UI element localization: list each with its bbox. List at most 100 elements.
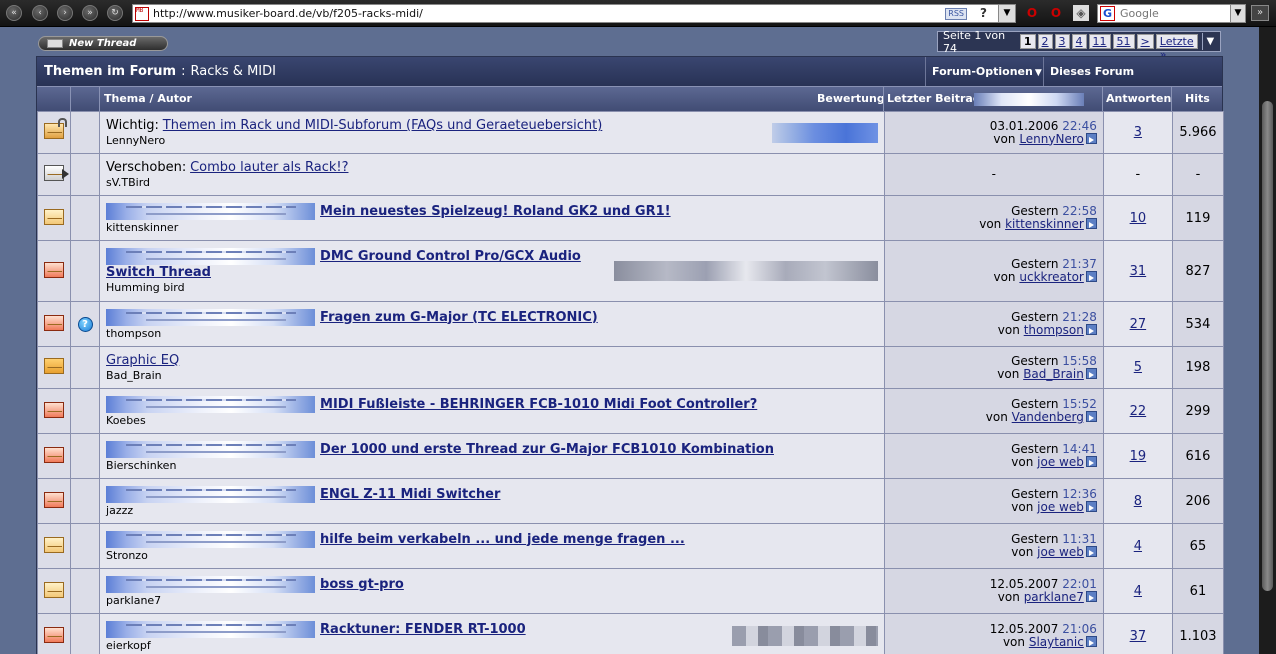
thread-title-link[interactable]: Combo lauter als Rack!?: [190, 160, 348, 175]
thread-title-link[interactable]: Mein neuestes Spielzeug! Roland GK2 und …: [320, 204, 671, 219]
address-bar[interactable]: MB http://www.musiker-board.de/vb/f205-r…: [132, 4, 1016, 23]
replies-count-link[interactable]: 19: [1130, 449, 1147, 464]
thread-title-link[interactable]: ENGL Z-11 Midi Switcher: [320, 487, 500, 502]
last-post-user-link[interactable]: joe web: [1037, 500, 1084, 514]
last-post-date: Gestern: [1011, 532, 1059, 546]
thread-title-link[interactable]: Graphic EQ: [106, 353, 179, 368]
goto-last-post-icon[interactable]: [1085, 591, 1097, 602]
search-dropdown-icon[interactable]: ▼: [1230, 5, 1245, 22]
column-replies[interactable]: Antworten: [1106, 87, 1171, 111]
forward-icon[interactable]: ›: [57, 5, 73, 21]
thread-author[interactable]: Stronzo: [106, 549, 878, 562]
column-hits[interactable]: Hits: [1185, 87, 1210, 111]
replies-count-link[interactable]: 8: [1134, 494, 1142, 509]
url-text[interactable]: http://www.musiker-board.de/vb/f205-rack…: [153, 6, 423, 22]
replies-count-link[interactable]: 37: [1130, 629, 1147, 644]
goto-last-post-icon[interactable]: [1085, 501, 1097, 512]
thread-title-link[interactable]: Racktuner: FENDER RT-1000: [320, 622, 526, 637]
thread-author[interactable]: Bierschinken: [106, 459, 878, 472]
thread-status-cell: [36, 568, 72, 614]
last-post-user-link[interactable]: uckkreator: [1019, 270, 1084, 284]
thread-author[interactable]: parklane7: [106, 594, 878, 607]
replies-count-link[interactable]: 10: [1130, 211, 1147, 226]
goto-last-post-icon[interactable]: [1085, 636, 1097, 647]
thread-title-link[interactable]: hilfe beim verkabeln ... und jede menge …: [320, 532, 685, 547]
replies-cell: 19: [1102, 433, 1173, 479]
thread-title-link[interactable]: DMC Ground Control Pro/GCX Audio: [320, 249, 581, 264]
page-link[interactable]: 11: [1088, 34, 1111, 49]
replies-count-link[interactable]: 3: [1134, 125, 1142, 140]
page-jump-dropdown-icon[interactable]: ▼: [1201, 33, 1218, 50]
thread-title-link[interactable]: Der 1000 und erste Thread zur G-Major FC…: [320, 442, 774, 457]
thread-title-link[interactable]: Fragen zum G-Major (TC ELECTRONIC): [320, 310, 598, 325]
page-link[interactable]: 4: [1071, 34, 1087, 49]
goto-last-post-icon[interactable]: [1085, 271, 1097, 282]
replies-count-link[interactable]: 4: [1134, 539, 1142, 554]
help-icon[interactable]: ?: [980, 6, 987, 20]
goto-last-post-icon[interactable]: [1085, 546, 1097, 557]
replies-count-link[interactable]: 27: [1130, 317, 1147, 332]
replies-count-link[interactable]: 31: [1130, 264, 1147, 279]
last-post-user-link[interactable]: kittenskinner: [1005, 217, 1084, 231]
thread-author[interactable]: jazzz: [106, 504, 878, 517]
last-post-by: von: [985, 410, 1008, 424]
goto-last-post-icon[interactable]: [1085, 367, 1097, 379]
goto-last-post-icon[interactable]: [1085, 324, 1097, 335]
column-rating[interactable]: Bewertung: [817, 87, 885, 111]
fast-forward-icon[interactable]: »: [82, 5, 98, 21]
replies-count-link[interactable]: 4: [1134, 584, 1142, 599]
forum-options-menu[interactable]: Forum-Optionen ▼: [925, 57, 1048, 86]
extension-icon[interactable]: ◈: [1073, 5, 1089, 21]
thread-author[interactable]: thompson: [106, 327, 878, 340]
last-post-user-link[interactable]: Bad_Brain: [1023, 367, 1084, 381]
page-link[interactable]: 2: [1037, 34, 1053, 49]
last-post-user-link[interactable]: Vandenberg: [1012, 410, 1084, 424]
goto-last-post-icon[interactable]: [1085, 411, 1097, 422]
url-dropdown-icon[interactable]: ▼: [998, 5, 1015, 22]
last-post-user-link[interactable]: thompson: [1024, 323, 1084, 337]
opera-alt-icon[interactable]: O: [1048, 5, 1064, 21]
thread-author[interactable]: sV.TBird: [106, 176, 878, 189]
thread-title-link-cont[interactable]: Switch Thread: [106, 265, 211, 280]
last-post-user-link[interactable]: joe web: [1037, 545, 1084, 559]
search-go-icon[interactable]: »: [1251, 5, 1269, 21]
goto-last-post-icon[interactable]: [1085, 132, 1097, 144]
thread-author[interactable]: Koebes: [106, 414, 878, 427]
search-bar[interactable]: G ▼: [1097, 4, 1246, 23]
column-title-author[interactable]: Thema / Autor: [104, 87, 192, 111]
search-input[interactable]: [1120, 6, 1220, 21]
page-link[interactable]: 1: [1019, 34, 1036, 49]
thread-title-link[interactable]: MIDI Fußleiste - BEHRINGER FCB-1010 Midi…: [320, 397, 757, 412]
sticky-locked-thread-icon: [44, 118, 67, 139]
goto-last-post-icon[interactable]: [1085, 218, 1097, 229]
page-link[interactable]: Letzte »: [1155, 34, 1198, 61]
thread-author[interactable]: kittenskinner: [106, 221, 878, 234]
last-post-user-link[interactable]: LennyNero: [1019, 132, 1084, 146]
thread-title-link[interactable]: boss gt-pro: [320, 577, 404, 592]
last-post-user-link[interactable]: parklane7: [1024, 590, 1084, 604]
last-post-user-link[interactable]: joe web: [1037, 455, 1084, 469]
rss-icon[interactable]: RSS: [945, 8, 967, 20]
thread-author[interactable]: Humming bird: [106, 281, 878, 294]
thread-author[interactable]: Bad_Brain: [106, 369, 878, 382]
hits-count: 827: [1185, 263, 1211, 279]
back-icon[interactable]: «: [6, 5, 22, 21]
hot-thread-icon: [44, 401, 64, 418]
reload-icon[interactable]: ↻: [107, 5, 123, 21]
page-link[interactable]: >: [1136, 34, 1154, 49]
column-last-post[interactable]: Letzter Beitrag: [887, 87, 981, 111]
page-link[interactable]: 51: [1112, 34, 1135, 49]
page-link[interactable]: 3: [1054, 34, 1070, 49]
new-thread-button[interactable]: New Thread: [38, 36, 168, 51]
goto-last-post-icon[interactable]: [1085, 456, 1097, 467]
replies-count-link[interactable]: 5: [1134, 360, 1142, 375]
back-button-icon[interactable]: ‹: [32, 5, 48, 21]
opera-icon[interactable]: O: [1024, 5, 1040, 21]
thread-title-link[interactable]: Themen im Rack und MIDI-Subforum (FAQs u…: [163, 118, 603, 133]
scrollbar-thumb[interactable]: [1262, 101, 1273, 591]
last-post-user-link[interactable]: Slaytanic: [1029, 635, 1084, 649]
page-scrollbar[interactable]: [1259, 27, 1276, 654]
replies-count-link[interactable]: 22: [1130, 404, 1147, 419]
forum-search-menu[interactable]: Dieses Forum durchsuchen▼: [1043, 57, 1222, 107]
thread-author[interactable]: LennyNero: [106, 134, 878, 147]
